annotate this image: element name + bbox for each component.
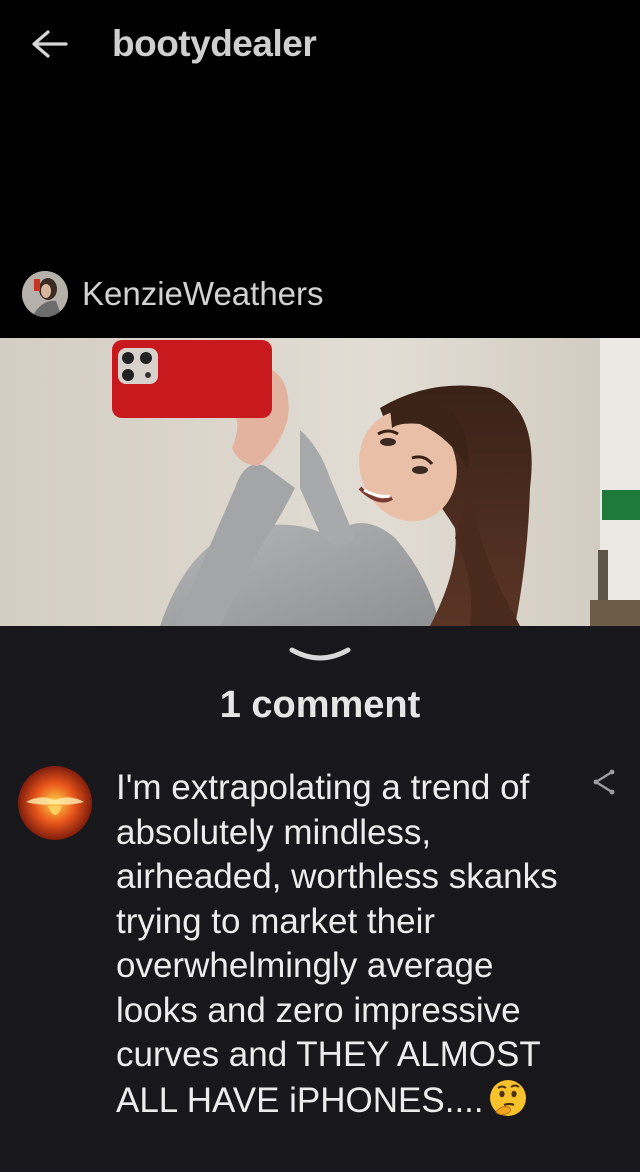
share-icon[interactable]	[590, 768, 618, 796]
avatar[interactable]	[22, 271, 68, 317]
comment-text: I'm extrapolating a trend of absolutely …	[116, 768, 558, 1120]
thinking-face-emoji	[489, 1079, 526, 1116]
chevron-down-icon[interactable]	[288, 644, 352, 668]
comment-count: 1 comment	[219, 684, 421, 726]
post-author[interactable]: KenzieWeathers	[22, 270, 324, 318]
comment-body: I'm extrapolating a trend of absolutely …	[116, 766, 566, 1123]
page-title: bootydealer	[112, 23, 317, 64]
post-image[interactable]	[0, 338, 640, 626]
arrow-left-icon[interactable]	[26, 24, 72, 64]
header-area: bootydealer KenzieWeathers	[0, 0, 640, 338]
avatar[interactable]	[18, 766, 92, 840]
comments-section: 1 comment I'm extrapolating a trend of a…	[0, 626, 640, 1172]
author-name[interactable]: KenzieWeathers	[82, 275, 324, 313]
